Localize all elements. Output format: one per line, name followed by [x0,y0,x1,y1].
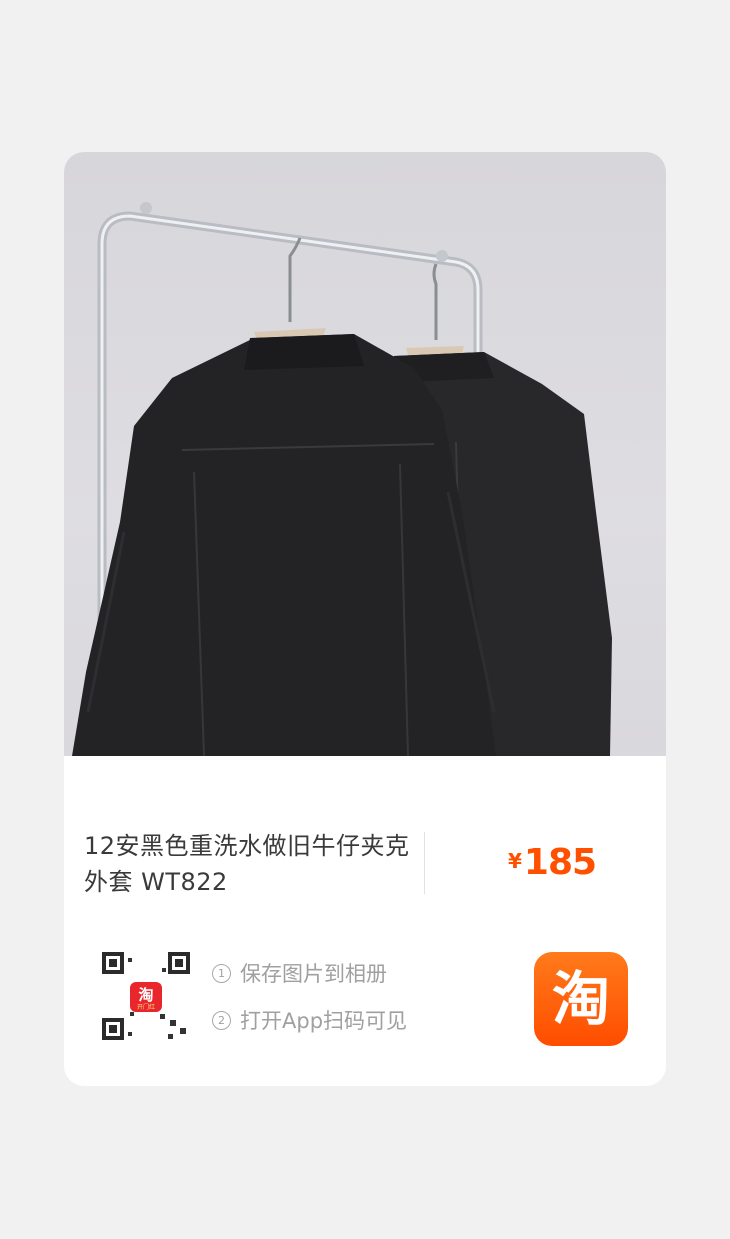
price-value: 185 [523,842,597,883]
currency-symbol: ¥ [508,849,522,873]
step2-text: 打开App扫码可见 [240,1009,408,1033]
taobao-logo-text: 淘 [551,965,610,1033]
title-divider [424,832,425,894]
step-number-icon: 2 [212,1010,231,1030]
qr-code-icon[interactable]: 淘 开门红 [100,948,192,1046]
step1-text: 保存图片到相册 [240,962,387,986]
step-open-app: 2 打开App扫码可见 [212,1007,407,1033]
product-price: ¥185 [508,842,597,883]
jackets-illustration [72,202,612,756]
step-save-image: 1 保存图片到相册 [212,960,407,986]
step-number-icon: 1 [212,963,231,983]
product-title[interactable]: 12安黑色重洗水做旧牛仔夹克外套 WT822 [84,828,414,900]
share-card: 12安黑色重洗水做旧牛仔夹克外套 WT822 ¥185 淘 开门红 1 保存图片… [64,152,666,1086]
product-image[interactable] [64,152,666,756]
qr-badge-text: 淘 [137,986,153,1004]
taobao-logo-icon[interactable]: 淘 [534,952,628,1046]
share-steps: 1 保存图片到相册 2 打开App扫码可见 [212,960,407,1054]
qr-badge-sub: 开门红 [137,1003,155,1011]
